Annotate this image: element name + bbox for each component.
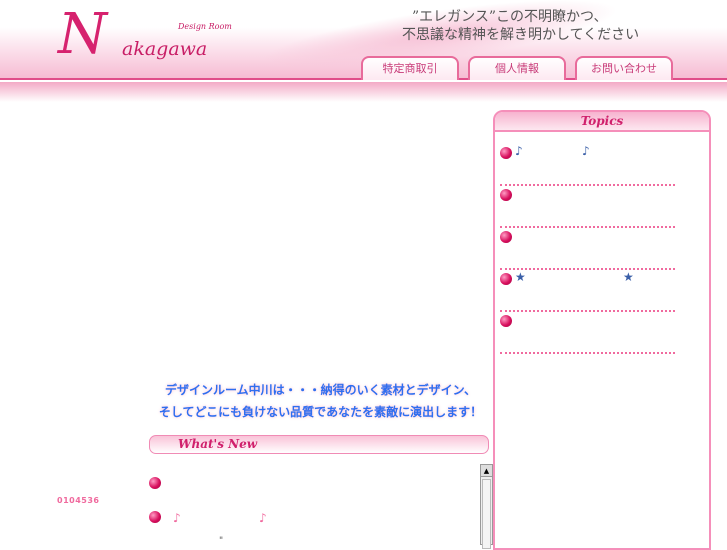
- header-band: [0, 82, 727, 102]
- nav-privacy[interactable]: 個人情報: [468, 56, 566, 80]
- tagline-1: ”エレガンス”この不明瞭かつ、: [412, 9, 608, 25]
- topics-panel: Topics ♪ ♪ ★ ★: [493, 110, 711, 550]
- whats-new-title: What's New: [149, 435, 489, 454]
- logo-word: akagawa: [122, 38, 208, 60]
- access-counter: 0104536: [57, 496, 100, 505]
- bullet-icon: [500, 273, 512, 285]
- star-icon: ★: [515, 270, 526, 284]
- topic-item[interactable]: [500, 312, 675, 354]
- logo-initial: N: [58, 2, 107, 67]
- logo[interactable]: N Design Room akagawa: [58, 2, 258, 68]
- bullet-icon: [500, 189, 512, 201]
- bullet-icon: [149, 511, 161, 523]
- bullet-icon: [500, 315, 512, 327]
- scroll-thumb[interactable]: [482, 479, 491, 549]
- music-note-icon: ♪: [582, 144, 590, 158]
- topic-item[interactable]: [500, 186, 675, 228]
- music-note-icon: ♪: [173, 511, 181, 525]
- scroll-up-icon[interactable]: ▲: [481, 465, 492, 477]
- topic-item[interactable]: ♪ ♪: [500, 144, 675, 186]
- topic-item[interactable]: [500, 228, 675, 270]
- nav-commerce-law[interactable]: 特定商取引: [361, 56, 459, 80]
- slogan-line-2: そしてどこにも負けない品質であなたを素敵に演出します！: [158, 405, 483, 419]
- topics-title: Topics: [495, 112, 709, 132]
- music-note-icon: ♪: [515, 144, 523, 158]
- music-note-icon: ♪: [259, 511, 267, 525]
- bullet-icon: [500, 147, 512, 159]
- slogan-line-1: デザインルーム中川は・・・納得のいく素材とデザイン、: [165, 383, 476, 397]
- logo-sub: Design Room: [178, 22, 232, 31]
- star-icon: ★: [623, 270, 634, 284]
- nav-contact[interactable]: お問い合わせ: [575, 56, 673, 80]
- tagline-2: 不思議な精神を解き明かしてください: [402, 27, 640, 43]
- news-scrollbar[interactable]: ▲: [480, 464, 493, 549]
- bullet-icon: [500, 231, 512, 243]
- topic-item[interactable]: ★ ★: [500, 270, 675, 312]
- header: N Design Room akagawa ”エレガンス”この不明瞭かつ、 不思…: [0, 0, 727, 85]
- bullet-icon: [149, 477, 161, 489]
